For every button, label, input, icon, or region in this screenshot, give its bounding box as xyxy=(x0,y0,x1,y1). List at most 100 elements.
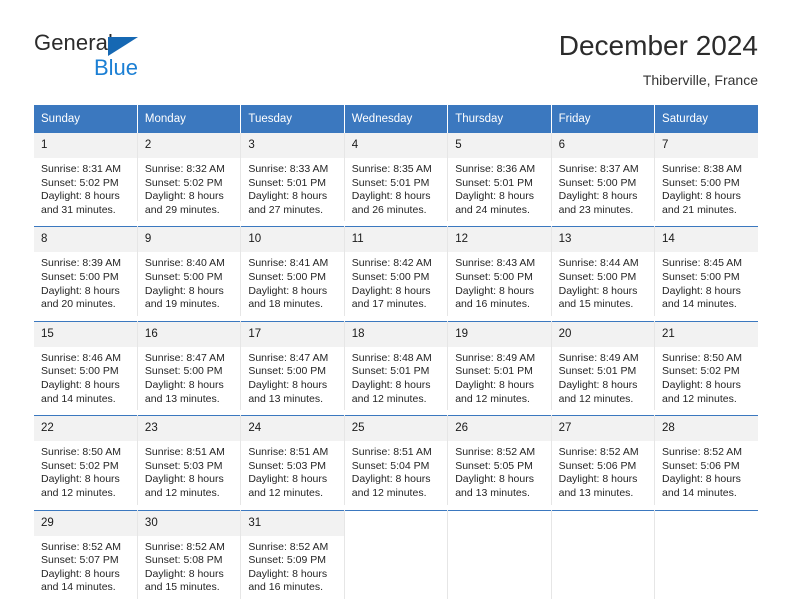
sunset-text: Sunset: 5:01 PM xyxy=(351,176,430,189)
calendar-day-cell[interactable]: 15 Sunrise: 8:46 AM Sunset: 5:00 PM Dayligh… xyxy=(34,320,138,411)
weekday-header-friday: Friday xyxy=(551,105,656,133)
calendar-day-cell[interactable]: 27 Sunrise: 8:52 AM Sunset: 5:06 PM Dayligh… xyxy=(551,415,656,505)
calendar-day-cell[interactable]: 3 Sunrise: 8:33 AM Sunset: 5:01 PM Daylight… xyxy=(240,132,345,222)
day-number xyxy=(551,510,655,536)
day-number: 25 xyxy=(344,416,448,442)
calendar-day-cell[interactable]: 17 Sunrise: 8:47 AM Sunset: 5:00 PM Dayligh… xyxy=(240,320,345,411)
day-number: 27 xyxy=(551,416,655,442)
calendar-day-cell[interactable]: 12 Sunrise: 8:43 AM Sunset: 5:00 PM Dayligh… xyxy=(447,226,552,316)
calendar-day-cell[interactable]: 8 Sunrise: 8:39 AM Sunset: 5:00 PM Daylight… xyxy=(34,226,138,316)
sunset-text: Sunset: 5:01 PM xyxy=(455,176,533,189)
daylight-text-line2: and 19 minutes. xyxy=(144,298,220,311)
daylight-text-line2: and 12 minutes. xyxy=(351,486,427,499)
calendar-day-cell[interactable]: 2 Sunrise: 8:32 AM Sunset: 5:02 PM Daylight… xyxy=(137,132,242,222)
sunset-text: Sunset: 5:00 PM xyxy=(662,176,740,189)
calendar-day-cell[interactable]: 11 Sunrise: 8:42 AM Sunset: 5:00 PM Dayligh… xyxy=(344,226,449,316)
calendar-day-cell[interactable]: 28 Sunrise: 8:52 AM Sunset: 5:06 PM Dayligh… xyxy=(654,415,758,505)
calendar-day-cell[interactable]: 13 Sunrise: 8:44 AM Sunset: 5:00 PM Dayligh… xyxy=(551,226,656,316)
daylight-text-line2: and 13 minutes. xyxy=(455,486,530,499)
calendar-day-cell[interactable]: 7 Sunrise: 8:38 AM Sunset: 5:00 PM Daylight… xyxy=(654,132,758,222)
calendar-day-cell-empty xyxy=(654,509,758,599)
calendar-day-cell[interactable]: 23 Sunrise: 8:51 AM Sunset: 5:03 PM Dayligh… xyxy=(137,415,242,505)
daylight-text-line2: and 12 minutes. xyxy=(351,392,427,405)
logo-text-blue: Blue xyxy=(94,55,139,80)
calendar-day-cell[interactable]: 24 Sunrise: 8:51 AM Sunset: 5:03 PM Dayligh… xyxy=(240,415,345,505)
day-number: 11 xyxy=(344,227,448,253)
day-number: 30 xyxy=(137,510,241,536)
calendar-day-cell[interactable]: 26 Sunrise: 8:52 AM Sunset: 5:05 PM Dayligh… xyxy=(447,415,552,505)
day-details: Sunrise: 8:52 AM Sunset: 5:05 PM Daylight:… xyxy=(448,441,550,504)
calendar-day-cell[interactable]: 21 Sunrise: 8:50 AM Sunset: 5:02 PM Dayligh… xyxy=(654,320,758,411)
sunset-text: Sunset: 5:00 PM xyxy=(144,365,223,378)
calendar-day-cell[interactable]: 30 Sunrise: 8:52 AM Sunset: 5:08 PM Dayligh… xyxy=(137,509,242,599)
day-number: 23 xyxy=(137,416,241,442)
day-details: Sunrise: 8:35 AM Sunset: 5:01 PM Daylight:… xyxy=(345,158,447,221)
daylight-text-line2: and 12 minutes. xyxy=(662,392,737,405)
day-number: 7 xyxy=(655,133,758,158)
calendar-day-cell[interactable]: 1 Sunrise: 8:31 AM Sunset: 5:02 PM Daylight… xyxy=(34,132,138,222)
sunset-text: Sunset: 5:07 PM xyxy=(41,554,119,567)
day-details: Sunrise: 8:49 AM Sunset: 5:01 PM Daylight:… xyxy=(448,347,550,410)
daylight-text-line1: Daylight: 8 hours xyxy=(248,284,328,297)
day-number: 20 xyxy=(551,321,655,347)
day-details: Sunrise: 8:47 AM Sunset: 5:00 PM Daylight:… xyxy=(241,347,343,410)
calendar-day-cell[interactable]: 22 Sunrise: 8:50 AM Sunset: 5:02 PM Dayligh… xyxy=(34,415,138,505)
daylight-text-line1: Daylight: 8 hours xyxy=(144,473,224,486)
calendar-day-cell[interactable]: 16 Sunrise: 8:47 AM Sunset: 5:00 PM Dayligh… xyxy=(137,320,242,411)
calendar-head: Sunday Monday Tuesday Wednesday Thursday… xyxy=(34,105,758,133)
calendar-day-cell[interactable]: 29 Sunrise: 8:52 AM Sunset: 5:07 PM Dayligh… xyxy=(34,509,138,599)
day-number: 31 xyxy=(241,510,344,536)
sunset-text: Sunset: 5:03 PM xyxy=(144,459,223,472)
daylight-text-line1: Daylight: 8 hours xyxy=(144,378,224,391)
day-number: 9 xyxy=(137,227,241,253)
daylight-text-line1: Daylight: 8 hours xyxy=(662,190,741,203)
day-number: 18 xyxy=(344,321,448,347)
calendar-day-cell[interactable]: 19 Sunrise: 8:49 AM Sunset: 5:01 PM Dayligh… xyxy=(447,320,552,411)
daylight-text-line1: Daylight: 8 hours xyxy=(248,473,328,486)
day-number: 29 xyxy=(34,510,137,536)
daylight-text-line2: and 23 minutes. xyxy=(558,203,634,216)
daylight-text-line2: and 16 minutes. xyxy=(248,581,324,594)
day-details: Sunrise: 8:32 AM Sunset: 5:02 PM Daylight:… xyxy=(138,158,240,221)
calendar-day-cell[interactable]: 6 Sunrise: 8:37 AM Sunset: 5:00 PM Daylight… xyxy=(551,132,656,222)
daylight-text-line1: Daylight: 8 hours xyxy=(351,284,431,297)
day-number: 15 xyxy=(34,321,137,347)
weekday-header-sunday: Sunday xyxy=(34,105,138,133)
weekday-header-tuesday: Tuesday xyxy=(240,105,345,133)
daylight-text-line1: Daylight: 8 hours xyxy=(144,284,224,297)
day-details: Sunrise: 8:51 AM Sunset: 5:04 PM Daylight:… xyxy=(345,441,447,504)
sunrise-text: Sunrise: 8:44 AM xyxy=(558,257,639,270)
sunset-text: Sunset: 5:02 PM xyxy=(41,459,119,472)
daylight-text-line2: and 29 minutes. xyxy=(144,203,220,216)
calendar-day-cell[interactable]: 18 Sunrise: 8:48 AM Sunset: 5:01 PM Dayligh… xyxy=(344,320,449,411)
daylight-text-line1: Daylight: 8 hours xyxy=(41,567,120,580)
daylight-text-line2: and 14 minutes. xyxy=(662,486,737,499)
calendar-week-row: 29 Sunrise: 8:52 AM Sunset: 5:07 PM Dayligh… xyxy=(34,509,758,599)
calendar-day-cell[interactable]: 20 Sunrise: 8:49 AM Sunset: 5:01 PM Dayligh… xyxy=(551,320,656,411)
day-number: 19 xyxy=(448,321,551,347)
calendar-day-cell[interactable]: 9 Sunrise: 8:40 AM Sunset: 5:00 PM Daylight… xyxy=(137,226,242,316)
day-details: Sunrise: 8:52 AM Sunset: 5:06 PM Daylight:… xyxy=(655,441,758,504)
sunset-text: Sunset: 5:02 PM xyxy=(662,365,740,378)
sunset-text: Sunset: 5:03 PM xyxy=(248,459,326,472)
calendar-day-cell[interactable]: 31 Sunrise: 8:52 AM Sunset: 5:09 PM Dayligh… xyxy=(240,509,345,599)
weekday-header-row: Sunday Monday Tuesday Wednesday Thursday… xyxy=(34,105,758,133)
calendar-day-cell[interactable]: 14 Sunrise: 8:45 AM Sunset: 5:00 PM Dayligh… xyxy=(654,226,758,316)
calendar-day-cell[interactable]: 25 Sunrise: 8:51 AM Sunset: 5:04 PM Dayligh… xyxy=(344,415,449,505)
sunset-text: Sunset: 5:00 PM xyxy=(351,270,430,283)
sunset-text: Sunset: 5:01 PM xyxy=(558,365,637,378)
sunrise-text: Sunrise: 8:52 AM xyxy=(248,540,329,553)
daylight-text-line1: Daylight: 8 hours xyxy=(351,473,431,486)
daylight-text-line1: Daylight: 8 hours xyxy=(662,284,741,297)
calendar-day-cell[interactable]: 10 Sunrise: 8:41 AM Sunset: 5:00 PM Dayligh… xyxy=(240,226,345,316)
sunrise-text: Sunrise: 8:47 AM xyxy=(248,351,329,364)
calendar-day-cell[interactable]: 5 Sunrise: 8:36 AM Sunset: 5:01 PM Daylight… xyxy=(447,132,552,222)
daylight-text-line1: Daylight: 8 hours xyxy=(41,378,120,391)
day-details: Sunrise: 8:43 AM Sunset: 5:00 PM Daylight:… xyxy=(448,252,550,315)
day-number: 3 xyxy=(241,133,344,158)
calendar-day-cell[interactable]: 4 Sunrise: 8:35 AM Sunset: 5:01 PM Daylight… xyxy=(344,132,449,222)
daylight-text-line1: Daylight: 8 hours xyxy=(248,190,328,203)
calendar-day-cell-empty xyxy=(551,509,656,599)
daylight-text-line2: and 13 minutes. xyxy=(144,392,220,405)
general-blue-logo[interactable]: General Blue xyxy=(34,30,154,88)
